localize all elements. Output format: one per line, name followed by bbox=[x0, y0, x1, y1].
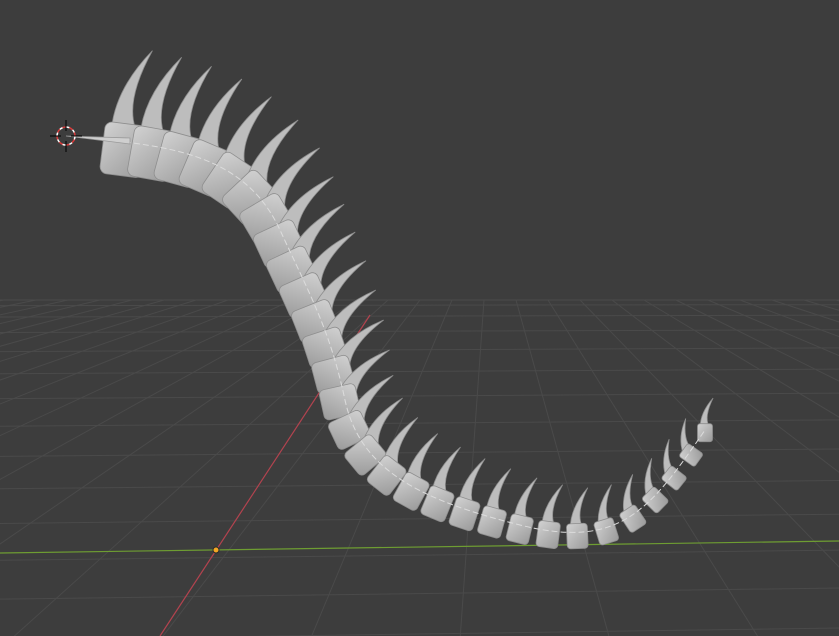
origin-dot-icon[interactable] bbox=[212, 546, 220, 554]
vertebra-body bbox=[593, 517, 619, 546]
viewport-canvas[interactable] bbox=[0, 0, 839, 636]
vertebra-body bbox=[697, 423, 713, 443]
vertebra-body bbox=[535, 520, 561, 549]
vertebra-body bbox=[566, 522, 589, 550]
3d-viewport[interactable] bbox=[0, 0, 839, 636]
vertebra-body bbox=[619, 504, 647, 533]
vertebra-body bbox=[477, 505, 507, 539]
